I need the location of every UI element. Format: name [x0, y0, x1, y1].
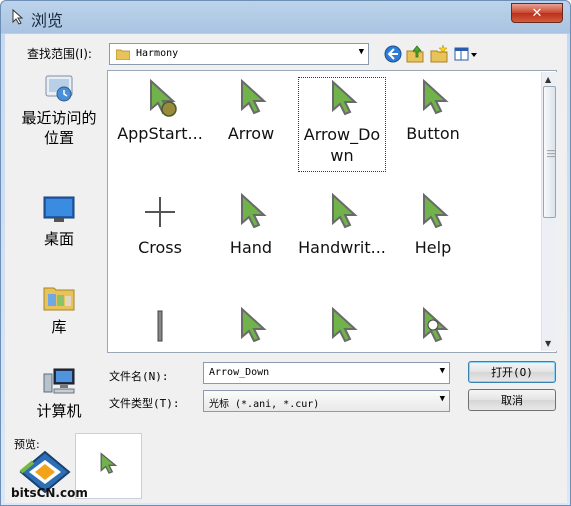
filetype-value: 光标 (*.ani, *.cur) — [209, 399, 320, 410]
cursor-arrow-icon — [332, 306, 358, 343]
file-item[interactable] — [389, 305, 477, 351]
back-icon[interactable] — [383, 44, 403, 64]
look-in-combobox[interactable]: Harmony ▼ — [109, 43, 369, 65]
cursor-preview-icon — [100, 452, 118, 474]
filename-value: Arrow_Down — [209, 367, 270, 378]
close-icon: ✕ — [531, 5, 543, 21]
cursor-appstarting-icon — [150, 78, 177, 117]
computer-icon — [43, 368, 75, 394]
file-name: Arrow_Do wn — [303, 125, 381, 165]
filename-label: 文件名(N): — [109, 370, 169, 383]
cursor-arrow-icon — [332, 79, 358, 116]
chevron-down-icon[interactable]: ▼ — [440, 394, 445, 404]
chevron-down-icon[interactable]: ▼ — [359, 47, 364, 57]
dialog-client-area: 查找范围(I): Harmony ▼ 最近访问的位置 桌面 库 计算机 AppS… — [5, 34, 567, 503]
file-item[interactable]: AppStart... — [116, 77, 204, 144]
desktop-icon — [43, 196, 75, 222]
look-in-label: 查找范围(I): — [27, 47, 92, 61]
filetype-label: 文件类型(T): — [109, 397, 180, 410]
filename-combobox[interactable]: Arrow_Down ▼ — [203, 362, 450, 384]
file-item[interactable] — [116, 305, 204, 351]
look-in-value: Harmony — [136, 48, 179, 59]
cursor-arrow-icon — [241, 192, 267, 229]
place-libraries[interactable]: 库 — [13, 282, 105, 337]
close-button[interactable]: ✕ — [511, 3, 563, 23]
file-item[interactable]: Handwrit... — [298, 191, 386, 258]
open-button[interactable]: 打开(O) — [468, 361, 556, 383]
file-name: Arrow — [227, 124, 275, 143]
file-item[interactable] — [207, 305, 295, 351]
cursor-arrow-icon — [241, 306, 267, 343]
scroll-down-icon[interactable]: ▼ — [545, 339, 551, 348]
cursor-arrow-icon — [423, 192, 449, 229]
file-item[interactable]: Arrow — [207, 77, 295, 144]
place-desktop[interactable]: 桌面 — [13, 196, 105, 249]
recent-places-icon — [45, 75, 73, 102]
places-bar: 最近访问的位置 桌面 库 计算机 — [13, 70, 105, 426]
file-item[interactable]: Arrow_Do wn — [298, 77, 386, 172]
file-item[interactable]: Hand — [207, 191, 295, 258]
place-recent[interactable]: 最近访问的位置 — [13, 74, 105, 148]
libraries-icon — [43, 287, 75, 311]
cursor-arrow-icon — [241, 78, 267, 115]
file-item[interactable]: Cross — [116, 191, 204, 258]
place-label: 库 — [51, 318, 67, 336]
window-title: 浏览 — [31, 11, 64, 30]
watermark-text: bitsCN.com — [11, 486, 88, 500]
file-name: Button — [406, 124, 460, 143]
cursor-ibeam-icon — [157, 310, 163, 342]
vertical-scrollbar[interactable]: ▲ ― ― ― ▼ — [541, 72, 557, 351]
file-name: Help — [414, 238, 452, 257]
chevron-down-icon[interactable]: ▼ — [440, 366, 445, 376]
open-dialog-window: 浏览 ✕ 查找范围(I): Harmony ▼ 最近访问的位置 桌面 库 计算机… — [0, 0, 571, 506]
place-label: 计算机 — [36, 402, 82, 420]
filetype-select[interactable]: 光标 (*.ani, *.cur) ▼ — [203, 390, 450, 412]
cursor-busy-icon — [423, 306, 449, 343]
cancel-button[interactable]: 取消 — [468, 389, 556, 411]
grip-icon: ― ― ― — [547, 146, 555, 161]
file-name: AppStart... — [117, 124, 203, 143]
file-list-view[interactable]: AppStart... Arrow Arrow_Do wn Button Cross Ha… — [107, 70, 557, 353]
place-label: 最近访问的位置 — [21, 109, 97, 147]
scroll-up-icon[interactable]: ▲ — [545, 75, 551, 84]
place-label: 桌面 — [43, 230, 74, 248]
cursor-arrow-icon — [332, 192, 358, 229]
scroll-thumb[interactable]: ― ― ― — [543, 86, 556, 218]
file-item[interactable] — [298, 305, 386, 351]
place-computer[interactable]: 计算机 — [13, 366, 105, 421]
cursor-app-icon — [12, 9, 24, 25]
file-name: Hand — [229, 238, 273, 257]
file-item[interactable]: Help — [389, 191, 477, 258]
view-menu-icon[interactable] — [453, 44, 479, 64]
title-bar[interactable]: 浏览 ✕ — [1, 1, 571, 33]
cursor-cross-icon — [145, 197, 175, 227]
file-name: Handwrit... — [298, 238, 386, 257]
cancel-button-label: 取消 — [501, 394, 523, 407]
cursor-arrow-icon — [423, 78, 449, 115]
file-name: Cross — [138, 238, 182, 257]
open-button-label: 打开(O) — [491, 366, 533, 379]
up-folder-icon[interactable] — [405, 44, 425, 64]
folder-icon — [116, 49, 130, 60]
file-item[interactable]: Button — [389, 77, 477, 144]
new-folder-icon[interactable] — [429, 44, 449, 64]
